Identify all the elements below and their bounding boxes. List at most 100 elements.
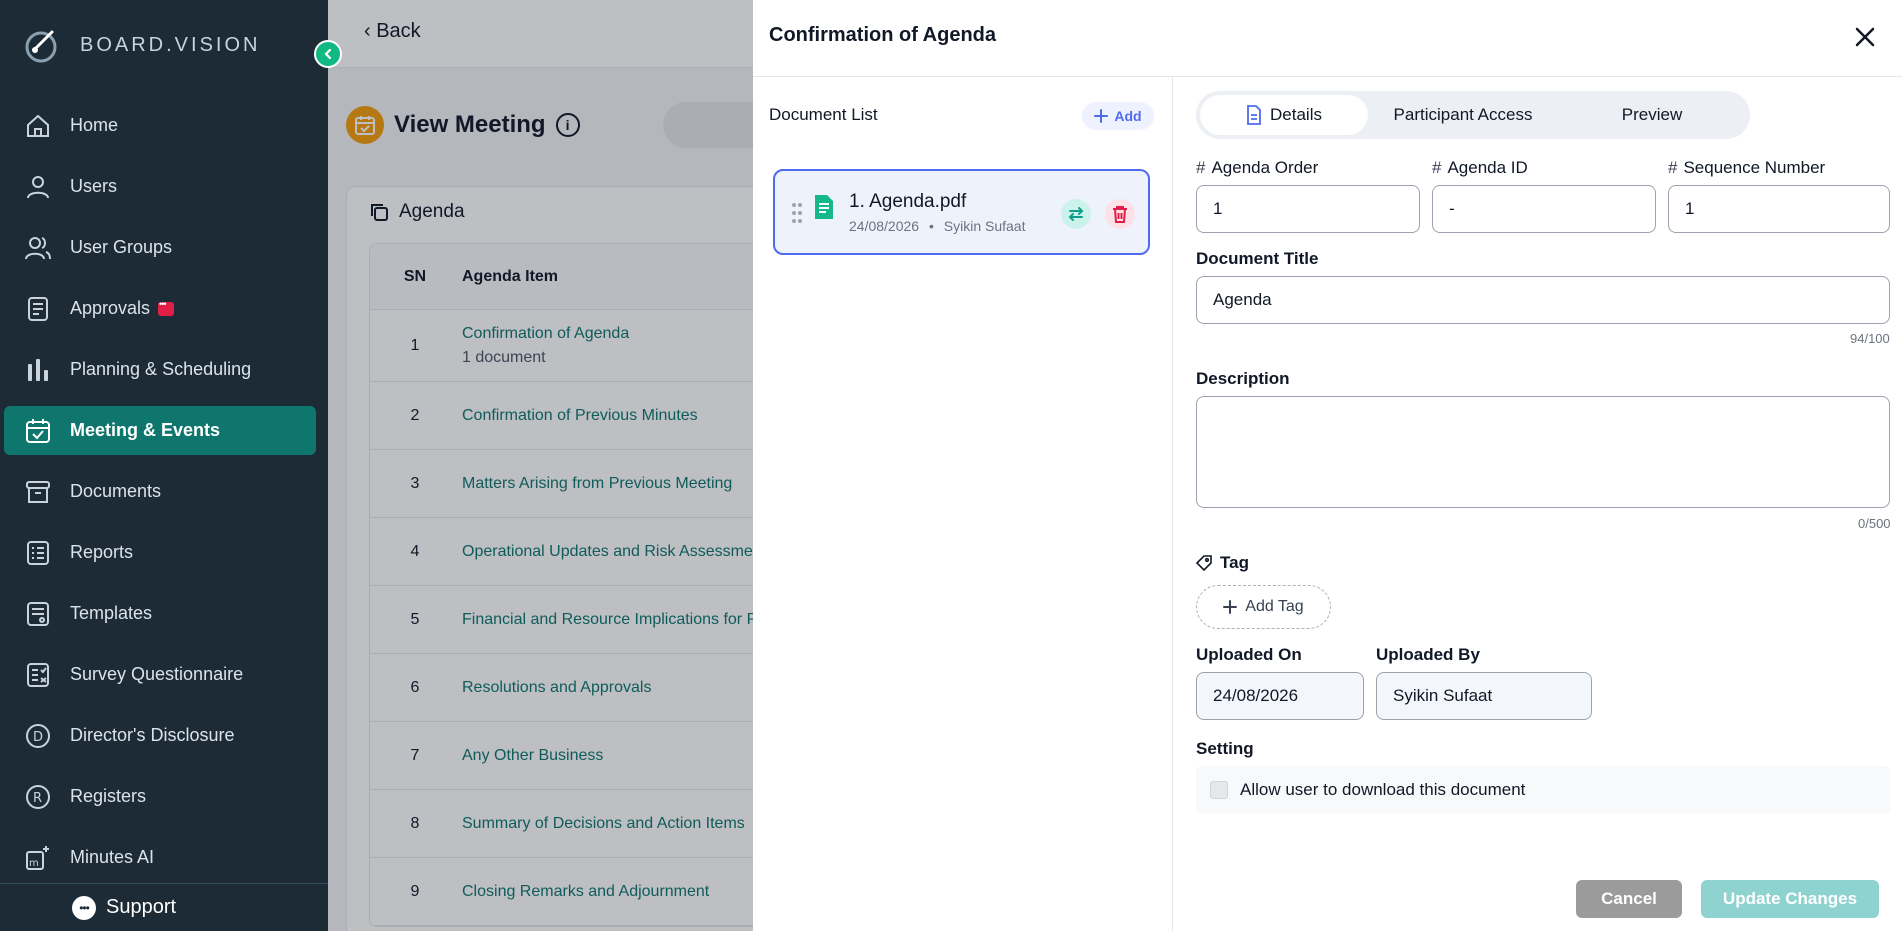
sidebar-item-label: Registers (70, 786, 147, 806)
tab-preview[interactable]: Preview (1558, 95, 1746, 135)
sidebar-item-documents[interactable]: Documents (4, 467, 316, 516)
sidebar-item-label: Home (70, 115, 119, 135)
document-title-counter: 94/100 (1850, 331, 1890, 346)
tag-label-text: Tag (1220, 553, 1249, 572)
tab-participant-access[interactable]: Participant Access (1368, 95, 1558, 135)
svg-text:R: R (33, 791, 42, 806)
agenda-order-label: # Agenda Order (1196, 158, 1318, 178)
meta-separator: • (928, 218, 934, 234)
sequence-number-field[interactable]: 1 (1668, 185, 1890, 233)
agenda-id-label-text: Agenda ID (1447, 158, 1528, 177)
sidebar-item-templates[interactable]: Templates (4, 589, 316, 638)
document-title-label: Document Title (1196, 249, 1319, 268)
sidebar-item-label: Director's Disclosure (70, 725, 235, 745)
r-circle-icon: R (26, 784, 50, 809)
users-icon (25, 236, 51, 259)
sidebar-item-registers[interactable]: R Registers (4, 772, 316, 821)
sidebar-item-minutes-ai[interactable]: m Minutes AI (4, 833, 316, 882)
setting-label: Setting (1196, 739, 1254, 758)
drag-handle-icon[interactable] (791, 202, 803, 224)
document-date: 24/08/2026 (849, 218, 920, 234)
add-label: Add (1114, 108, 1142, 124)
notification-badge-icon (158, 299, 175, 316)
document-title-field[interactable]: Agenda (1196, 276, 1890, 324)
plus-icon (1223, 600, 1238, 614)
tab-participant-access-label: Participant Access (1393, 105, 1533, 124)
sidebar-item-label: Minutes AI (70, 847, 155, 867)
replace-document-button[interactable] (1061, 199, 1091, 229)
document-icon (1247, 105, 1261, 125)
sidebar-item-directors-disclosure[interactable]: D Director's Disclosure (4, 711, 316, 760)
plus-icon (1094, 109, 1109, 123)
uploaded-by-label: Uploaded By (1376, 645, 1480, 664)
sequence-number-label-text: Sequence Number (1683, 158, 1826, 177)
description-textarea[interactable] (1196, 396, 1890, 508)
tab-preview-label: Preview (1621, 105, 1683, 124)
file-text-icon (815, 195, 833, 219)
approvals-icon (28, 296, 48, 321)
home-icon (27, 114, 49, 137)
swap-icon (1068, 207, 1084, 221)
cancel-button[interactable]: Cancel (1576, 880, 1682, 918)
hash-symbol: # (1196, 158, 1206, 177)
sidebar-item-label: Approvals (70, 298, 151, 318)
close-icon[interactable] (1850, 22, 1880, 52)
details-tabs: Details Participant Access Preview (1196, 91, 1750, 139)
sequence-number-label: # Sequence Number (1668, 158, 1825, 178)
sidebar-item-label: Planning & Scheduling (70, 359, 252, 379)
add-tag-label: Add Tag (1245, 598, 1304, 615)
drawer-header: Confirmation of Agenda (753, 0, 1902, 77)
description-label: Description (1196, 369, 1290, 388)
chevron-left-icon (324, 48, 332, 60)
delete-document-button[interactable] (1105, 199, 1135, 229)
sidebar-nav: Home Users User Groups Approvals Plannin… (4, 101, 316, 894)
tag-label: Tag (1196, 553, 1249, 573)
sidebar-item-label: User Groups (70, 237, 173, 257)
allow-download-label: Allow user to download this document (1240, 780, 1526, 799)
support-button[interactable]: ••• Support (0, 883, 328, 931)
sidebar-item-home[interactable]: Home (4, 101, 316, 150)
svg-text:m: m (29, 858, 39, 869)
tab-details[interactable]: Details (1200, 95, 1368, 135)
list-icon (27, 540, 49, 565)
sidebar-item-planning[interactable]: Planning & Scheduling (4, 345, 316, 394)
description-counter: 0/500 (1858, 516, 1891, 531)
brand-name: BOARD.VISION (80, 33, 261, 56)
survey-icon (27, 662, 49, 687)
drawer-title: Confirmation of Agenda (769, 24, 997, 46)
template-icon (27, 601, 49, 626)
sidebar-item-label: Meeting & Events (70, 420, 221, 440)
agenda-order-field[interactable]: 1 (1196, 185, 1420, 233)
sidebar-item-users[interactable]: Users (4, 162, 316, 211)
sidebar-item-label: Survey Questionnaire (70, 664, 244, 684)
sidebar-item-survey[interactable]: Survey Questionnaire (4, 650, 316, 699)
tab-details-label: Details (1270, 105, 1322, 124)
agenda-drawer: Confirmation of Agenda Document List Add… (753, 0, 1902, 931)
sidebar-item-user-groups[interactable]: User Groups (4, 223, 316, 272)
document-item[interactable]: 1. Agenda.pdf 24/08/2026 • Syikin Sufaat (773, 169, 1150, 255)
sidebar-item-reports[interactable]: Reports (4, 528, 316, 577)
agenda-order-label-text: Agenda Order (1211, 158, 1319, 177)
uploaded-by-field: Syikin Sufaat (1376, 672, 1592, 720)
sidebar-item-approvals[interactable]: Approvals (4, 284, 316, 333)
agenda-id-field[interactable]: - (1432, 185, 1656, 233)
setting-row: Allow user to download this document (1196, 766, 1890, 814)
d-circle-icon: D (26, 723, 50, 748)
update-changes-button[interactable]: Update Changes (1701, 880, 1879, 918)
document-name: 1. Agenda.pdf (849, 191, 967, 212)
sidebar: BOARD.VISION Home Users User Groups Appr… (0, 0, 328, 931)
support-label: Support (106, 896, 177, 918)
uploaded-on-field: 24/08/2026 (1196, 672, 1364, 720)
document-details-pane: Details Participant Access Preview # Agen… (1174, 77, 1902, 931)
agenda-id-label: # Agenda ID (1432, 158, 1528, 178)
collapse-sidebar-button[interactable] (314, 40, 342, 68)
sidebar-item-label: Templates (70, 603, 153, 623)
sidebar-item-meeting-events[interactable]: Meeting & Events (4, 406, 316, 455)
document-list-label: Document List (769, 105, 878, 124)
brand[interactable]: BOARD.VISION (22, 26, 260, 64)
allow-download-checkbox[interactable] (1210, 781, 1228, 799)
add-document-button[interactable]: Add (1082, 102, 1154, 130)
document-uploader: Syikin Sufaat (943, 218, 1026, 234)
add-tag-button[interactable]: Add Tag (1196, 585, 1331, 629)
archive-icon (26, 480, 50, 503)
